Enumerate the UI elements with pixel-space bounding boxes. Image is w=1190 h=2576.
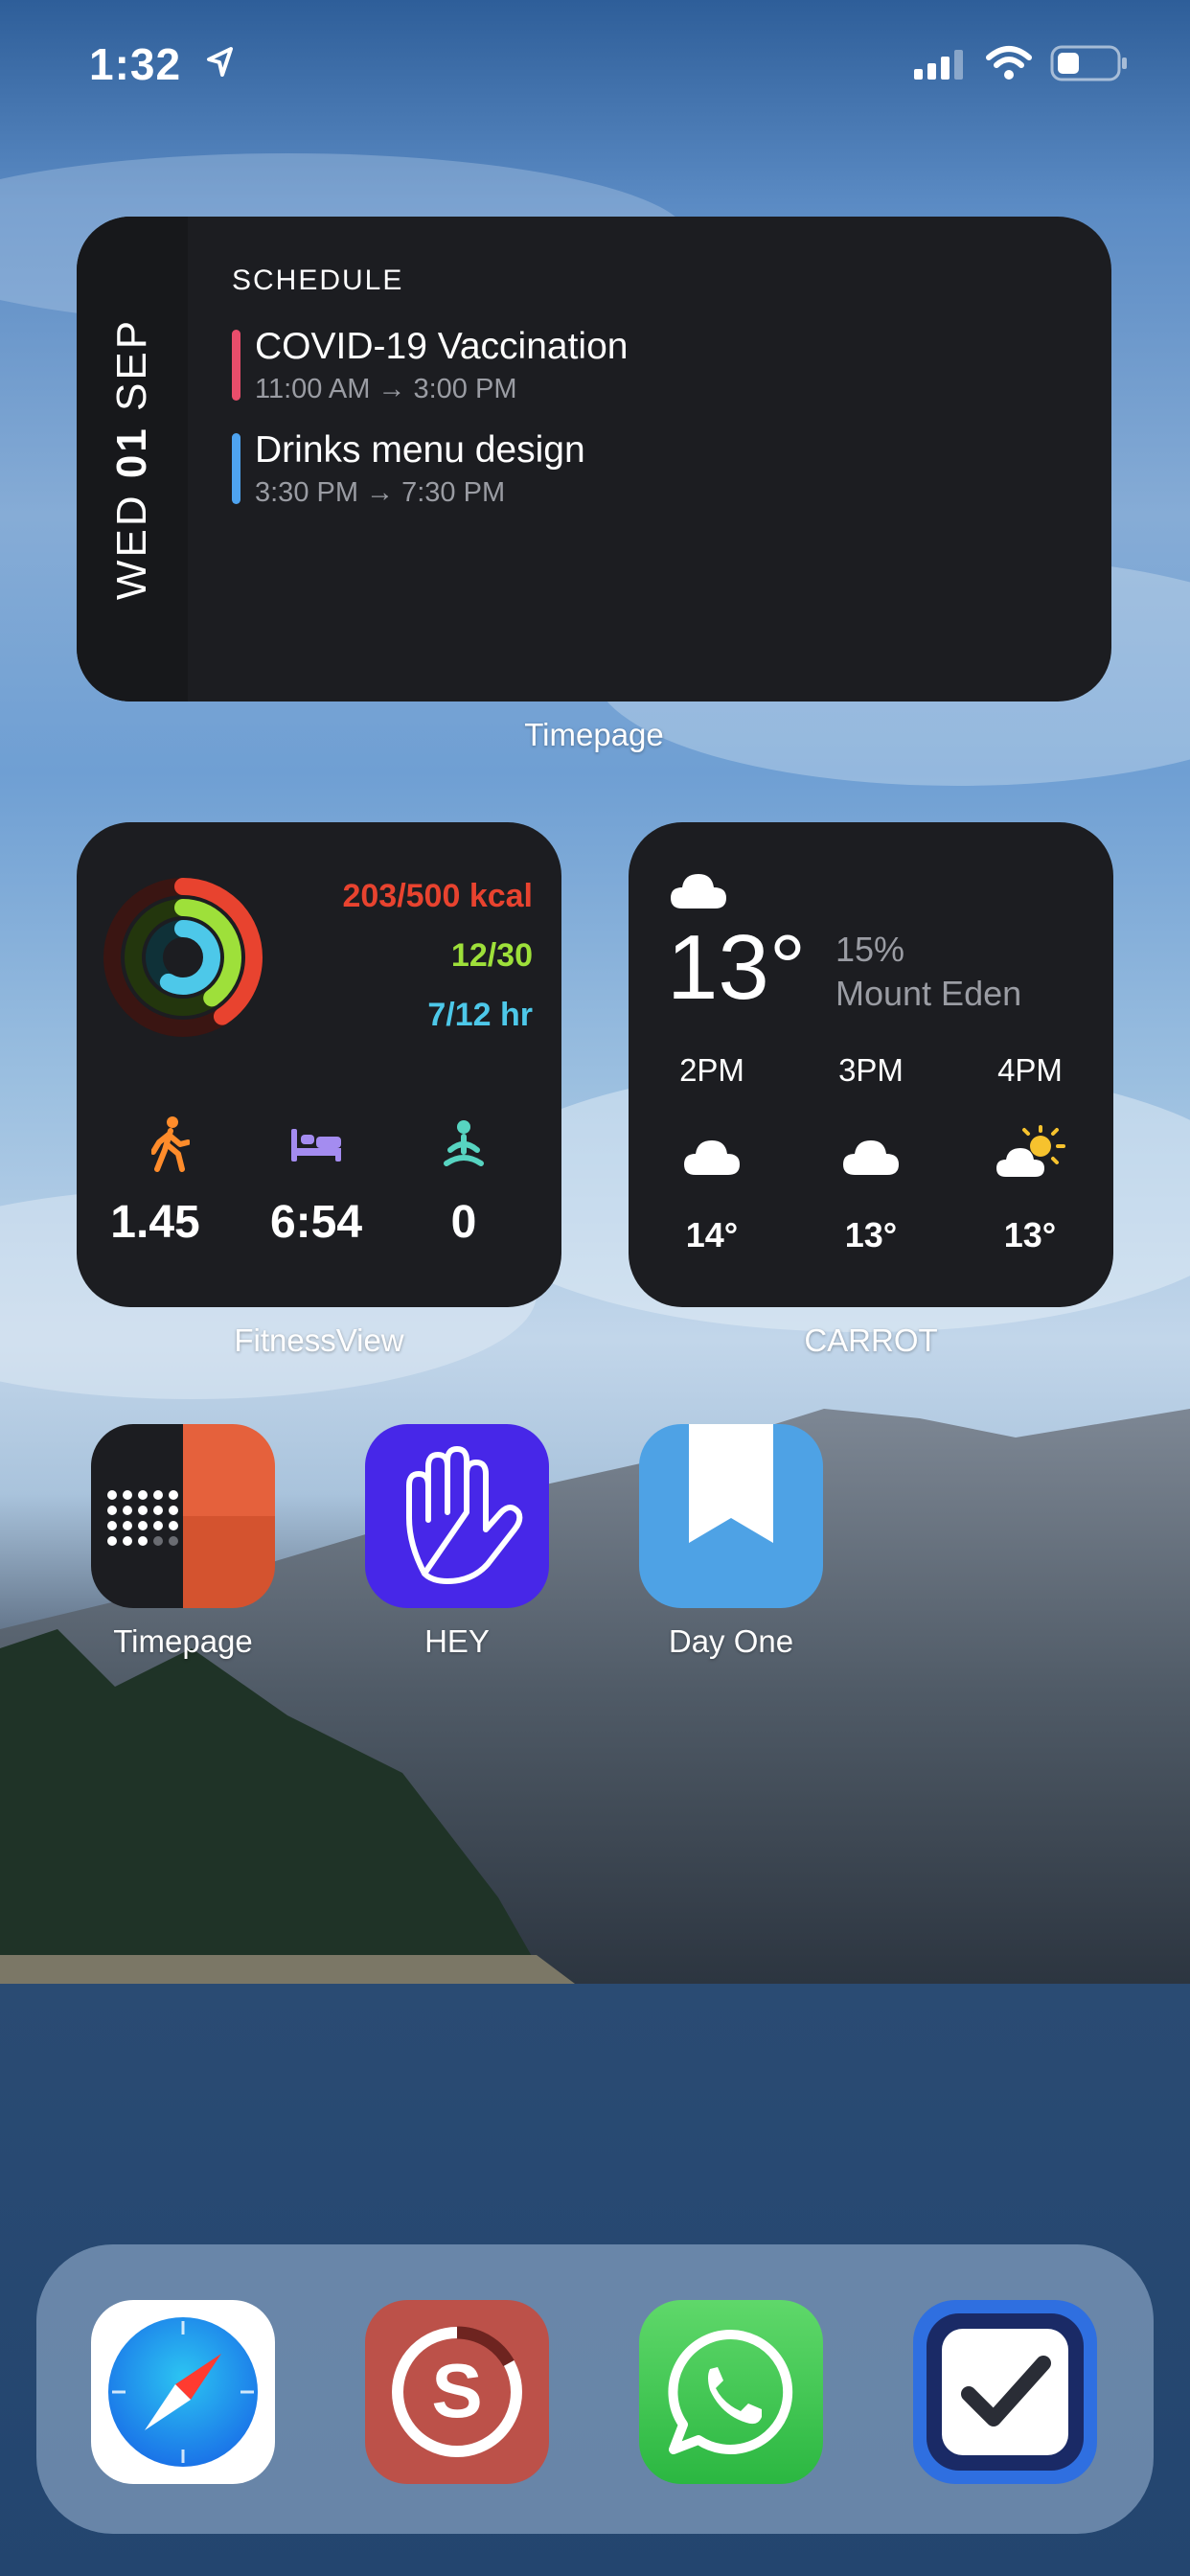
cellular-signal-icon bbox=[914, 50, 963, 80]
dock-app-whatsapp[interactable] bbox=[639, 2300, 823, 2484]
date-column: WED 01 SEP bbox=[77, 217, 188, 702]
event-time: 3:30 PM → 7:30 PM bbox=[255, 477, 506, 508]
app-day-one[interactable] bbox=[639, 1424, 823, 1608]
app-hey[interactable] bbox=[365, 1424, 549, 1608]
current-temperature: 13° bbox=[667, 916, 807, 1019]
status-time: 1:32 bbox=[89, 39, 182, 89]
partly-sunny-icon bbox=[996, 1125, 1065, 1177]
hour-temperature: 13° bbox=[1003, 1215, 1057, 1254]
cloud-icon bbox=[684, 1140, 740, 1175]
exercise-value: 12/30 bbox=[450, 937, 533, 974]
precipitation-chance: 15% bbox=[835, 930, 905, 969]
app-label-day-one[interactable]: Day One bbox=[601, 1623, 861, 1660]
app-timepage[interactable] bbox=[91, 1424, 275, 1608]
whatsapp-icon bbox=[668, 2329, 793, 2454]
bed-icon bbox=[291, 1129, 341, 1162]
widget-caption-timepage: Timepage bbox=[524, 717, 664, 752]
sleep-value: 6:54 bbox=[269, 1197, 363, 1248]
mindful-icon bbox=[444, 1120, 484, 1166]
activity-rings-icon bbox=[103, 878, 263, 1037]
schedule-heading: SCHEDULE bbox=[232, 264, 404, 296]
hour-temperature: 13° bbox=[844, 1215, 898, 1254]
dock-app-things[interactable] bbox=[913, 2300, 1097, 2484]
app-label-timepage[interactable]: Timepage bbox=[53, 1623, 313, 1660]
event-title: Drinks menu design bbox=[255, 429, 585, 471]
timepage-widget[interactable]: WED 01 SEP SCHEDULE COVID-19 Vaccination… bbox=[77, 217, 1111, 702]
dock-app-spendee[interactable]: S bbox=[365, 2300, 549, 2484]
fitnessview-widget[interactable]: 203/500 kcal 12/30 7/12 hr 1.45 6:54 0 bbox=[77, 822, 561, 1307]
hour-label: 2PM bbox=[679, 1052, 744, 1088]
carrot-weather-widget[interactable]: 13° 15% Mount Eden 2PM 3PM 4PM 14° 13° 1… bbox=[629, 822, 1113, 1307]
cloud-icon bbox=[671, 874, 726, 908]
wifi-icon bbox=[986, 46, 1032, 80]
weekday: WED bbox=[108, 493, 155, 601]
hey-icon bbox=[406, 1446, 523, 1584]
widget-caption-fitnessview: FitnessView bbox=[234, 1322, 404, 1358]
move-value: 203/500 kcal bbox=[342, 878, 533, 914]
distance-value: 1.45 bbox=[110, 1197, 200, 1248]
day-number: 01 bbox=[108, 426, 155, 479]
hour-label: 4PM bbox=[997, 1052, 1063, 1088]
location-name: Mount Eden bbox=[835, 974, 1022, 1013]
battery-icon bbox=[1050, 45, 1127, 81]
location-arrow-icon bbox=[207, 47, 233, 77]
event-color-bar bbox=[232, 330, 240, 401]
hour-temperature: 14° bbox=[685, 1215, 739, 1254]
app-label-hey[interactable]: HEY bbox=[327, 1623, 587, 1660]
svg-text:S: S bbox=[431, 2348, 482, 2433]
stand-value: 7/12 hr bbox=[427, 997, 533, 1033]
timepage-icon bbox=[91, 1424, 275, 1608]
month: SEP bbox=[108, 317, 155, 411]
event-title: COVID-19 Vaccination bbox=[255, 326, 629, 367]
cloud-icon bbox=[843, 1140, 899, 1175]
hour-label: 3PM bbox=[838, 1052, 904, 1088]
event-time: 11:00 AM → 3:00 PM bbox=[255, 374, 517, 404]
event-color-bar bbox=[232, 433, 240, 504]
safari-icon bbox=[108, 2317, 258, 2467]
things-icon bbox=[927, 2313, 1084, 2471]
dock-app-safari[interactable] bbox=[91, 2300, 275, 2484]
widget-caption-carrot: CARROT bbox=[804, 1322, 938, 1358]
day-one-icon bbox=[689, 1424, 773, 1543]
spendee-icon: S bbox=[392, 2326, 522, 2457]
walking-icon bbox=[151, 1116, 190, 1172]
mindful-value: 0 bbox=[450, 1197, 477, 1248]
